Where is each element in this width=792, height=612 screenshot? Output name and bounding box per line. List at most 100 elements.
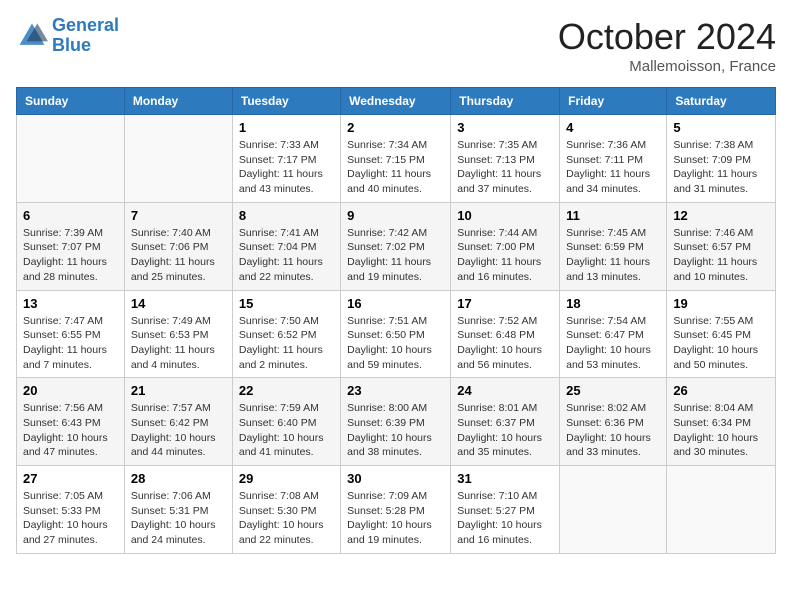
calendar-cell: 12 Sunrise: 7:46 AMSunset: 6:57 PMDaylig… [667,202,776,290]
day-detail: Sunrise: 7:52 AMSunset: 6:48 PMDaylight:… [457,314,553,373]
weekday-header-monday: Monday [124,88,232,115]
day-detail: Sunrise: 8:02 AMSunset: 6:36 PMDaylight:… [566,401,660,460]
day-number: 13 [23,296,118,311]
calendar-cell: 16 Sunrise: 7:51 AMSunset: 6:50 PMDaylig… [341,290,451,378]
day-detail: Sunrise: 7:35 AMSunset: 7:13 PMDaylight:… [457,138,553,197]
day-detail: Sunrise: 7:57 AMSunset: 6:42 PMDaylight:… [131,401,226,460]
day-detail: Sunrise: 7:55 AMSunset: 6:45 PMDaylight:… [673,314,769,373]
calendar-cell: 15 Sunrise: 7:50 AMSunset: 6:52 PMDaylig… [232,290,340,378]
day-number: 10 [457,208,553,223]
calendar-cell [17,115,125,203]
day-detail: Sunrise: 7:34 AMSunset: 7:15 PMDaylight:… [347,138,444,197]
day-number: 2 [347,120,444,135]
calendar-cell: 5 Sunrise: 7:38 AMSunset: 7:09 PMDayligh… [667,115,776,203]
calendar-cell: 20 Sunrise: 7:56 AMSunset: 6:43 PMDaylig… [17,378,125,466]
day-number: 24 [457,383,553,398]
calendar-cell: 28 Sunrise: 7:06 AMSunset: 5:31 PMDaylig… [124,466,232,554]
day-number: 21 [131,383,226,398]
day-detail: Sunrise: 7:09 AMSunset: 5:28 PMDaylight:… [347,489,444,548]
day-detail: Sunrise: 7:06 AMSunset: 5:31 PMDaylight:… [131,489,226,548]
weekday-header-sunday: Sunday [17,88,125,115]
day-detail: Sunrise: 7:42 AMSunset: 7:02 PMDaylight:… [347,226,444,285]
day-detail: Sunrise: 7:46 AMSunset: 6:57 PMDaylight:… [673,226,769,285]
day-number: 16 [347,296,444,311]
calendar-cell [124,115,232,203]
calendar-cell [560,466,667,554]
calendar-cell: 8 Sunrise: 7:41 AMSunset: 7:04 PMDayligh… [232,202,340,290]
calendar-cell: 4 Sunrise: 7:36 AMSunset: 7:11 PMDayligh… [560,115,667,203]
day-detail: Sunrise: 7:44 AMSunset: 7:00 PMDaylight:… [457,226,553,285]
day-number: 12 [673,208,769,223]
day-detail: Sunrise: 7:56 AMSunset: 6:43 PMDaylight:… [23,401,118,460]
day-detail: Sunrise: 7:10 AMSunset: 5:27 PMDaylight:… [457,489,553,548]
calendar-cell: 27 Sunrise: 7:05 AMSunset: 5:33 PMDaylig… [17,466,125,554]
day-number: 25 [566,383,660,398]
calendar-cell: 2 Sunrise: 7:34 AMSunset: 7:15 PMDayligh… [341,115,451,203]
day-detail: Sunrise: 7:54 AMSunset: 6:47 PMDaylight:… [566,314,660,373]
calendar-cell: 29 Sunrise: 7:08 AMSunset: 5:30 PMDaylig… [232,466,340,554]
day-number: 20 [23,383,118,398]
calendar-week-5: 27 Sunrise: 7:05 AMSunset: 5:33 PMDaylig… [17,466,776,554]
day-number: 7 [131,208,226,223]
day-detail: Sunrise: 7:05 AMSunset: 5:33 PMDaylight:… [23,489,118,548]
day-detail: Sunrise: 7:38 AMSunset: 7:09 PMDaylight:… [673,138,769,197]
calendar-cell: 24 Sunrise: 8:01 AMSunset: 6:37 PMDaylig… [451,378,560,466]
logo-line1: General [52,15,119,35]
calendar-cell: 22 Sunrise: 7:59 AMSunset: 6:40 PMDaylig… [232,378,340,466]
calendar-cell: 21 Sunrise: 7:57 AMSunset: 6:42 PMDaylig… [124,378,232,466]
calendar-cell: 3 Sunrise: 7:35 AMSunset: 7:13 PMDayligh… [451,115,560,203]
calendar-cell: 19 Sunrise: 7:55 AMSunset: 6:45 PMDaylig… [667,290,776,378]
day-number: 14 [131,296,226,311]
day-number: 4 [566,120,660,135]
weekday-header-friday: Friday [560,88,667,115]
calendar-cell: 23 Sunrise: 8:00 AMSunset: 6:39 PMDaylig… [341,378,451,466]
logo-text: General Blue [52,16,119,56]
day-detail: Sunrise: 7:36 AMSunset: 7:11 PMDaylight:… [566,138,660,197]
day-number: 5 [673,120,769,135]
day-number: 31 [457,471,553,486]
day-number: 8 [239,208,334,223]
day-detail: Sunrise: 7:40 AMSunset: 7:06 PMDaylight:… [131,226,226,285]
day-detail: Sunrise: 7:45 AMSunset: 6:59 PMDaylight:… [566,226,660,285]
calendar-cell: 11 Sunrise: 7:45 AMSunset: 6:59 PMDaylig… [560,202,667,290]
calendar-cell: 25 Sunrise: 8:02 AMSunset: 6:36 PMDaylig… [560,378,667,466]
day-number: 26 [673,383,769,398]
calendar-cell: 6 Sunrise: 7:39 AMSunset: 7:07 PMDayligh… [17,202,125,290]
day-number: 3 [457,120,553,135]
day-detail: Sunrise: 7:39 AMSunset: 7:07 PMDaylight:… [23,226,118,285]
calendar-week-3: 13 Sunrise: 7:47 AMSunset: 6:55 PMDaylig… [17,290,776,378]
calendar-body: 1 Sunrise: 7:33 AMSunset: 7:17 PMDayligh… [17,115,776,554]
day-number: 9 [347,208,444,223]
day-number: 6 [23,208,118,223]
weekday-header-row: SundayMondayTuesdayWednesdayThursdayFrid… [17,88,776,115]
calendar-cell: 10 Sunrise: 7:44 AMSunset: 7:00 PMDaylig… [451,202,560,290]
day-number: 15 [239,296,334,311]
calendar-cell: 17 Sunrise: 7:52 AMSunset: 6:48 PMDaylig… [451,290,560,378]
month-title: October 2024 [558,16,776,58]
weekday-header-wednesday: Wednesday [341,88,451,115]
day-detail: Sunrise: 7:33 AMSunset: 7:17 PMDaylight:… [239,138,334,197]
day-number: 23 [347,383,444,398]
calendar-cell [667,466,776,554]
calendar-cell: 31 Sunrise: 7:10 AMSunset: 5:27 PMDaylig… [451,466,560,554]
weekday-header-saturday: Saturday [667,88,776,115]
title-block: October 2024 Mallemoisson, France [558,16,776,75]
day-detail: Sunrise: 8:01 AMSunset: 6:37 PMDaylight:… [457,401,553,460]
weekday-header-thursday: Thursday [451,88,560,115]
calendar-week-1: 1 Sunrise: 7:33 AMSunset: 7:17 PMDayligh… [17,115,776,203]
day-number: 22 [239,383,334,398]
page-header: General Blue October 2024 Mallemoisson, … [16,16,776,75]
calendar-cell: 13 Sunrise: 7:47 AMSunset: 6:55 PMDaylig… [17,290,125,378]
calendar-cell: 7 Sunrise: 7:40 AMSunset: 7:06 PMDayligh… [124,202,232,290]
calendar-cell: 1 Sunrise: 7:33 AMSunset: 7:17 PMDayligh… [232,115,340,203]
location: Mallemoisson, France [558,58,776,75]
logo-icon [16,20,48,52]
calendar-week-4: 20 Sunrise: 7:56 AMSunset: 6:43 PMDaylig… [17,378,776,466]
day-detail: Sunrise: 7:41 AMSunset: 7:04 PMDaylight:… [239,226,334,285]
calendar-cell: 9 Sunrise: 7:42 AMSunset: 7:02 PMDayligh… [341,202,451,290]
calendar-cell: 30 Sunrise: 7:09 AMSunset: 5:28 PMDaylig… [341,466,451,554]
day-detail: Sunrise: 8:00 AMSunset: 6:39 PMDaylight:… [347,401,444,460]
weekday-header-tuesday: Tuesday [232,88,340,115]
calendar-cell: 14 Sunrise: 7:49 AMSunset: 6:53 PMDaylig… [124,290,232,378]
day-detail: Sunrise: 7:47 AMSunset: 6:55 PMDaylight:… [23,314,118,373]
